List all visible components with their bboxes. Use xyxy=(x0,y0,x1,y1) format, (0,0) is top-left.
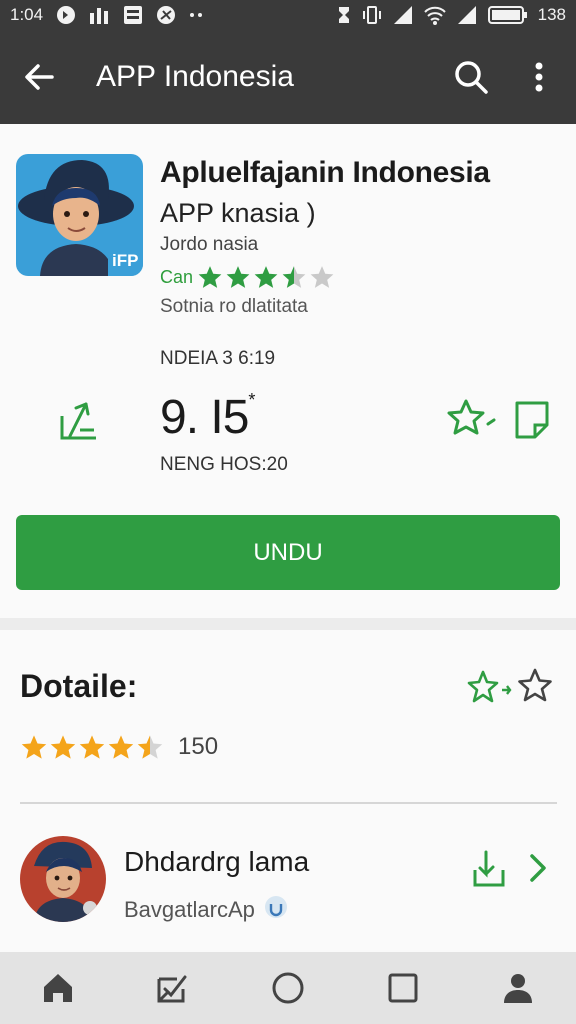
developer-name[interactable]: Dhdardrg lama xyxy=(124,846,309,878)
star-icon xyxy=(310,266,334,288)
star-icon xyxy=(79,735,105,759)
home-icon[interactable] xyxy=(28,958,88,1018)
developer-subtitle: BavgatlarcAp xyxy=(124,894,289,926)
notification-icon xyxy=(55,4,77,26)
size-info: NENG HOS:20 xyxy=(160,454,288,475)
details-card: Dotaile: 150 Dhdardrg lama BavgatlarcAp xyxy=(0,630,576,952)
battery-icon xyxy=(487,5,528,25)
more-vert-icon[interactable] xyxy=(524,58,554,96)
more-dots-icon xyxy=(189,12,203,18)
publisher-name[interactable]: Jordo nasia xyxy=(160,234,258,256)
inbox-check-icon[interactable] xyxy=(143,958,203,1018)
star-icon xyxy=(108,735,134,759)
app-header-card: iFP Apluelfajanin Indonesia APP knasia )… xyxy=(0,124,576,618)
status-bar: 1:04 138 xyxy=(0,0,576,30)
details-heading: Dotaile: xyxy=(20,668,138,704)
status-time: 1:04 xyxy=(10,5,44,24)
app-bar: APP Indonesia xyxy=(0,30,576,124)
browser-icon xyxy=(155,4,177,26)
signal-icon xyxy=(456,5,478,25)
app-meta: Sotnia ro dlatitata xyxy=(160,296,308,317)
svg-text:iFP: iFP xyxy=(112,251,138,270)
install-button[interactable]: UNDU xyxy=(16,515,560,590)
star-icon xyxy=(21,735,47,759)
verified-badge-icon xyxy=(263,894,289,926)
app-rating: Can xyxy=(160,262,335,292)
star-icon xyxy=(254,266,278,288)
wishlist-star-icon[interactable] xyxy=(446,398,502,440)
star-outline-icon[interactable] xyxy=(518,668,552,704)
version-info: NDEIA 3 6:19 xyxy=(160,348,276,369)
rate-star-icon[interactable] xyxy=(466,670,514,706)
search-icon[interactable] xyxy=(452,58,490,96)
score-number: 9. I5 xyxy=(160,391,249,444)
person-icon[interactable] xyxy=(488,958,548,1018)
share-icon[interactable] xyxy=(58,396,100,442)
chevron-right-icon[interactable] xyxy=(526,848,552,888)
sync-icon xyxy=(336,5,352,25)
rating-prefix: Can xyxy=(160,266,194,287)
bottom-navigation xyxy=(0,952,576,1024)
star-icon xyxy=(282,266,306,288)
square-icon[interactable] xyxy=(373,958,433,1018)
score-mark: * xyxy=(248,390,255,410)
vibrate-icon xyxy=(362,5,382,25)
battery-level: 138 xyxy=(537,5,566,24)
details-star-rating xyxy=(20,732,164,762)
circle-icon[interactable] xyxy=(258,958,318,1018)
divider xyxy=(20,802,557,804)
message-icon xyxy=(123,5,143,25)
app-name: Apluelfajanin Indonesia xyxy=(160,156,490,189)
download-icon[interactable] xyxy=(472,848,506,888)
developer-sub-text: BavgatlarcAp xyxy=(124,897,255,922)
document-icon[interactable] xyxy=(514,400,550,440)
page-title: APP Indonesia xyxy=(96,60,294,93)
star-icon xyxy=(137,735,163,759)
wifi-icon xyxy=(423,5,446,25)
star-rating xyxy=(197,264,335,290)
score-value: 9. I5* xyxy=(160,390,255,445)
rating-count: 150 xyxy=(178,733,219,760)
back-arrow-icon[interactable] xyxy=(20,58,58,96)
signal-icon xyxy=(392,5,414,25)
app-subtitle: APP knasia ) xyxy=(160,198,316,228)
bars-app-icon xyxy=(89,5,111,25)
app-icon[interactable]: iFP xyxy=(16,154,143,276)
star-icon xyxy=(198,266,222,288)
star-icon xyxy=(50,735,76,759)
developer-avatar[interactable] xyxy=(20,836,106,922)
star-icon xyxy=(226,266,250,288)
